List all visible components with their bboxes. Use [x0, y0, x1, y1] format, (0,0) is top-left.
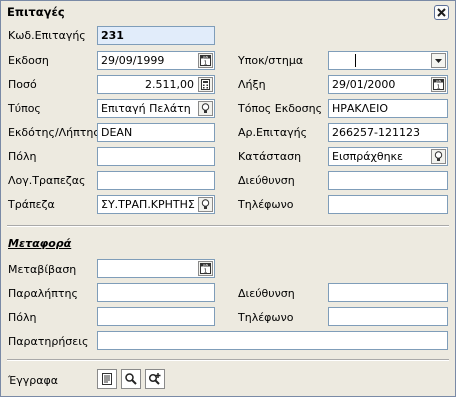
transfer-section-title: Μεταφορά [8, 237, 72, 250]
issue-place-input[interactable]: ΗΡΑΚΛΕΙΟ [328, 99, 448, 118]
svg-text:1: 1 [204, 269, 208, 275]
check-number-label: Αρ.Επιταγής [238, 126, 308, 139]
lightbulb-icon [201, 103, 210, 113]
bank-value: ΣΥ.ΤΡΑΠ.ΚΡΗΤΗΣ [101, 198, 195, 211]
svg-text:JAN: JAN [435, 79, 441, 83]
due-date-label: Λήξη [238, 78, 266, 91]
magnifier-icon [125, 373, 137, 385]
transfer-phone-input[interactable] [328, 307, 448, 326]
svg-text:1: 1 [204, 61, 208, 67]
phone-input[interactable] [328, 195, 448, 214]
calendar-icon: JAN 1 [433, 79, 444, 90]
svg-text:JAN: JAN [202, 263, 208, 267]
due-date-input[interactable]: 29/01/2000 JAN 1 [328, 75, 448, 94]
document-list-button[interactable] [97, 369, 117, 389]
amount-value: 2.511,00 [145, 78, 194, 91]
issue-place-label: Τόπος Εκδοσης [238, 102, 323, 115]
issuer-input[interactable]: DEAN [97, 123, 215, 142]
status-input[interactable]: Εισπράχθηκε [328, 147, 448, 166]
transfer-date-label: Μεταβίβαση [8, 263, 77, 276]
close-icon [437, 8, 446, 17]
issue-date-calendar-button[interactable]: JAN 1 [198, 53, 213, 68]
due-date-value: 29/01/2000 [332, 78, 396, 91]
documents-label: Έγγραφα [8, 374, 58, 387]
transfer-address-label: Διεύθυνση [238, 287, 295, 300]
transfer-city-label: Πόλη [8, 311, 37, 324]
status-value: Εισπράχθηκε [332, 150, 403, 163]
document-icon [102, 373, 112, 385]
amount-input[interactable]: 2.511,00 [97, 75, 215, 94]
phone-label: Τηλέφωνο [238, 198, 294, 211]
checks-window: Επιταγές Κωδ.Επιταγής 231 Εκδοση 29/09/1… [0, 0, 456, 397]
type-value: Επιταγή Πελάτη [101, 102, 191, 115]
issuer-label: Εκδότης/Λήπτης [8, 126, 100, 139]
bank-input[interactable]: ΣΥ.ΤΡΑΠ.ΚΡΗΤΗΣ [97, 195, 215, 214]
status-lookup-button[interactable] [431, 149, 446, 164]
issue-date-label: Εκδοση [8, 54, 49, 67]
svg-text:1: 1 [437, 85, 441, 91]
transfer-address-input[interactable] [328, 283, 448, 302]
close-button[interactable] [434, 5, 449, 20]
issue-date-input[interactable]: 29/09/1999 JAN 1 [97, 51, 215, 70]
search-document-button[interactable] [121, 369, 141, 389]
transfer-city-input[interactable] [97, 307, 215, 326]
subaccount-select[interactable] [328, 51, 448, 70]
amount-calculator-button[interactable] [198, 77, 213, 92]
address-input[interactable] [328, 171, 448, 190]
calculator-icon [201, 79, 210, 90]
lightbulb-icon [201, 199, 210, 209]
status-label: Κατάσταση [238, 150, 302, 163]
calendar-icon: JAN 1 [200, 263, 211, 274]
code-input[interactable]: 231 [97, 26, 215, 45]
transfer-date-calendar-button[interactable]: JAN 1 [198, 261, 213, 276]
type-label: Τύπος [8, 102, 41, 115]
subaccount-label: Υποκ/στημα [238, 54, 304, 67]
separator [7, 359, 449, 361]
recipient-input[interactable] [97, 283, 215, 302]
issue-date-value: 29/09/1999 [101, 54, 165, 67]
type-lookup-button[interactable] [198, 101, 213, 116]
type-input[interactable]: Επιταγή Πελάτη [97, 99, 215, 118]
notes-label: Παρατηρήσεις [8, 335, 89, 348]
calendar-icon: JAN 1 [200, 55, 211, 66]
amount-label: Ποσό [8, 78, 37, 91]
bank-account-label: Λογ.Τραπεζας [8, 174, 86, 187]
recipient-label: Παραλήπτης [8, 287, 78, 300]
lightbulb-icon [434, 151, 443, 161]
svg-text:JAN: JAN [202, 55, 208, 59]
zoom-in-document-button[interactable] [145, 369, 165, 389]
due-date-calendar-button[interactable]: JAN 1 [431, 77, 446, 92]
address-label: Διεύθυνση [238, 174, 295, 187]
city-label: Πόλη [8, 150, 37, 163]
bank-account-input[interactable] [97, 171, 215, 190]
subaccount-dropdown-button[interactable] [431, 53, 446, 68]
window-title: Επιταγές [7, 5, 65, 19]
city-input[interactable] [97, 147, 215, 166]
bank-label: Τράπεζα [8, 198, 55, 211]
code-label: Κωδ.Επιταγής [8, 29, 86, 42]
transfer-phone-label: Τηλέφωνο [238, 311, 294, 324]
transfer-date-input[interactable]: JAN 1 [97, 259, 215, 278]
text-cursor [355, 54, 356, 67]
bank-lookup-button[interactable] [198, 197, 213, 212]
check-number-input[interactable]: 266257-121123 [328, 123, 448, 142]
magnifier-plus-icon [148, 373, 161, 385]
chevron-down-icon [435, 59, 442, 63]
notes-input[interactable] [97, 331, 448, 350]
separator [7, 225, 449, 227]
